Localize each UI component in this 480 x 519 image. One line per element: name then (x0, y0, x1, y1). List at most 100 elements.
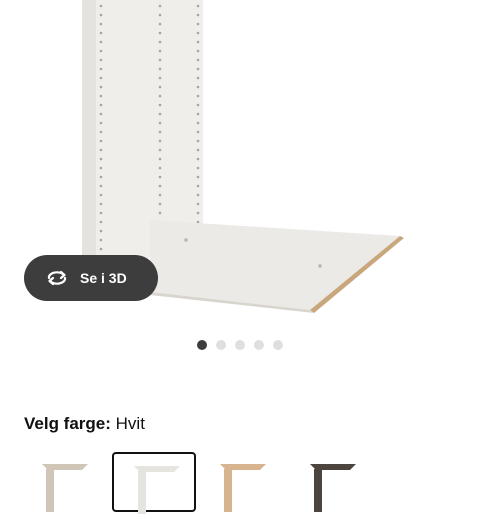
pin-hole (196, 166, 200, 170)
pin-hole (158, 112, 162, 116)
carousel-dot[interactable] (254, 340, 264, 350)
carousel-dot[interactable] (216, 340, 226, 350)
pin-hole (99, 166, 103, 170)
pin-hole (158, 103, 162, 107)
pin-hole (99, 4, 103, 8)
pin-hole (158, 202, 162, 206)
pin-hole (99, 103, 103, 107)
pin-hole (99, 121, 103, 125)
pin-hole (99, 76, 103, 80)
pin-hole (196, 139, 200, 143)
pin-hole (158, 166, 162, 170)
pin-hole (196, 49, 200, 53)
color-select-title: Velg farge: (24, 414, 111, 433)
pin-hole (196, 85, 200, 89)
pin-hole (196, 76, 200, 80)
pin-hole (99, 202, 103, 206)
pin-hole (99, 139, 103, 143)
pin-hole (158, 58, 162, 62)
pin-hole (196, 22, 200, 26)
pin-hole (158, 22, 162, 26)
pin-hole (99, 67, 103, 71)
pin-hole (158, 76, 162, 80)
shelf-screw-mark (318, 264, 322, 268)
pin-hole (158, 184, 162, 188)
pin-hole (99, 49, 103, 53)
pin-hole (158, 175, 162, 179)
pin-hole (196, 184, 200, 188)
swatch-oak[interactable] (200, 452, 284, 512)
pin-hole (196, 202, 200, 206)
pin-hole (158, 121, 162, 125)
shelf-thumbnail (134, 466, 180, 514)
pin-hole (158, 67, 162, 71)
view-3d-label: Se i 3D (80, 270, 127, 286)
pin-hole (158, 40, 162, 44)
pin-hole (99, 229, 103, 233)
pin-hole (99, 112, 103, 116)
pin-hole (99, 175, 103, 179)
pin-hole (99, 13, 103, 17)
pin-hole (158, 211, 162, 215)
rotate-3d-icon (47, 270, 67, 286)
shelf-screw-mark (184, 238, 188, 242)
pin-hole (99, 238, 103, 242)
pin-hole (99, 22, 103, 26)
pin-hole (158, 13, 162, 17)
image-carousel-indicator (197, 340, 283, 350)
pin-hole (196, 175, 200, 179)
pin-hole (99, 94, 103, 98)
pin-hole (196, 148, 200, 152)
carousel-dot[interactable] (235, 340, 245, 350)
pin-hole (196, 67, 200, 71)
pin-hole (99, 148, 103, 152)
pin-hole (99, 40, 103, 44)
pin-hole (196, 211, 200, 215)
color-swatches (0, 452, 480, 514)
swatch-dark-brown[interactable] (290, 452, 374, 512)
pin-hole (99, 31, 103, 35)
shelf-thumbnail (220, 464, 266, 512)
carousel-dot[interactable] (273, 340, 283, 350)
pin-hole (158, 94, 162, 98)
pin-hole (196, 121, 200, 125)
pin-hole (196, 157, 200, 161)
pin-hole (196, 220, 200, 224)
pin-hole (99, 130, 103, 134)
pin-hole (196, 13, 200, 17)
pin-hole (158, 130, 162, 134)
pin-hole (99, 85, 103, 89)
pin-hole (158, 157, 162, 161)
shelf-side-panel-edge (82, 0, 96, 258)
swatch-white[interactable] (112, 452, 196, 514)
color-select-value: Hvit (115, 414, 145, 433)
swatch-beige[interactable] (22, 452, 106, 512)
color-select-label: Velg farge: Hvit (24, 414, 145, 434)
pin-hole (196, 103, 200, 107)
pin-hole (196, 112, 200, 116)
shelf-thumbnail (310, 464, 356, 512)
shelf-thumbnail (42, 464, 88, 512)
pin-hole (99, 58, 103, 62)
pin-hole (158, 148, 162, 152)
pin-hole (99, 193, 103, 197)
pin-hole (99, 157, 103, 161)
pin-hole (99, 184, 103, 188)
pin-hole (99, 247, 103, 251)
pin-hole (158, 49, 162, 53)
carousel-dot[interactable] (197, 340, 207, 350)
pin-hole (99, 220, 103, 224)
shelf-side-panel (82, 0, 203, 258)
view-3d-button[interactable]: Se i 3D (24, 255, 158, 301)
pin-hole (99, 211, 103, 215)
pin-hole (196, 58, 200, 62)
pin-hole (158, 31, 162, 35)
pin-hole (196, 130, 200, 134)
pin-hole (158, 85, 162, 89)
pin-hole (196, 193, 200, 197)
pin-hole (196, 4, 200, 8)
pin-hole (158, 139, 162, 143)
pin-hole (158, 193, 162, 197)
pin-hole (196, 40, 200, 44)
pin-hole (196, 94, 200, 98)
